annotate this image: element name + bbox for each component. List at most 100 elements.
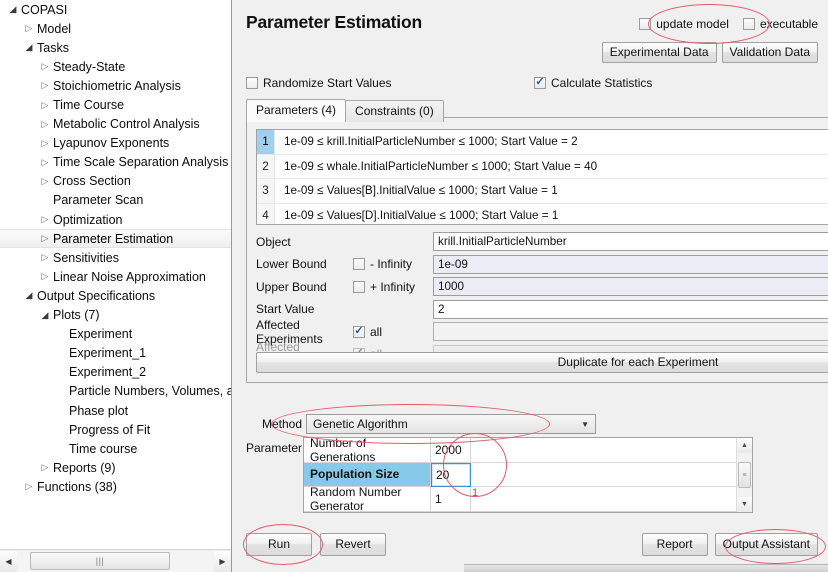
method-parameter-table[interactable]: Number of Generations 2000 Population Size… <box>303 437 753 513</box>
tree-item-linear-noise-approximation[interactable]: ▷ Linear Noise Approximation <box>0 267 231 286</box>
tab-constraints-0[interactable]: Constraints (0) <box>345 100 444 122</box>
tree-item-time-scale-separation-analysis[interactable]: ▷ Time Scale Separation Analysis <box>0 153 231 172</box>
method-parameter-scrollbar[interactable]: ▲ ≡ ▼ <box>736 438 752 512</box>
tab-parameters-4[interactable]: Parameters (4) <box>246 99 347 122</box>
validation-data-button[interactable]: Validation Data <box>721 42 818 64</box>
output-assistant-button[interactable]: Output Assistant <box>714 532 818 556</box>
randomize-start-values-checkbox[interactable]: Randomize Start Values <box>246 76 392 90</box>
scrollbar-track[interactable]: ||| <box>17 550 214 572</box>
parameter-list-row[interactable]: 4 1e-09 ≤ Values[D].InitialValue ≤ 1000; … <box>257 203 828 224</box>
tree-item-progress-of-fit[interactable]: Progress of Fit <box>0 420 231 439</box>
parameter-list-row[interactable]: 3 1e-09 ≤ Values[B].InitialValue ≤ 1000; … <box>257 179 828 204</box>
tree-item-lyapunov-exponents[interactable]: ▷ Lyapunov Exponents <box>0 134 231 153</box>
tree-item-experiment-1[interactable]: Experiment_1 <box>0 344 231 363</box>
method-parameter-row[interactable]: Random Number Generator 1 <box>304 485 736 512</box>
tree-item-phase-plot[interactable]: Phase plot <box>0 401 231 420</box>
report-button[interactable]: Report <box>641 532 708 556</box>
tree-item-time-course[interactable]: ▷ Time Course <box>0 95 231 114</box>
tree-scroll-area[interactable]: ◢ COPASI ▷ Model ◢ Tasks ▷ Steady-State ▷ Stoichi… <box>0 0 231 548</box>
method-parameter-value[interactable]: 1 <box>431 487 471 512</box>
upper-bound-field[interactable]: 1000 <box>433 277 828 296</box>
expanded-triangle-icon[interactable]: ◢ <box>6 5 20 14</box>
experimental-data-button[interactable]: Experimental Data <box>601 42 717 64</box>
checkbox-box-icon[interactable] <box>246 77 258 89</box>
update-model-checkbox[interactable]: update model <box>639 17 729 31</box>
collapsed-triangle-icon[interactable]: ▷ <box>22 24 36 33</box>
collapsed-triangle-icon[interactable]: ▷ <box>38 215 52 224</box>
window-bottom-strip <box>464 564 828 572</box>
method-parameter-row[interactable]: Population Size 20 <box>304 462 736 487</box>
checkbox-box-icon[interactable] <box>742 18 755 30</box>
collapsed-triangle-icon[interactable]: ▷ <box>38 463 52 472</box>
parameter-list-row[interactable]: 2 1e-09 ≤ whale.InitialParticleNumber ≤ 1… <box>257 154 828 179</box>
tree-item-optimization[interactable]: ▷ Optimization <box>0 210 231 229</box>
tree-item-time-course[interactable]: Time course <box>0 439 231 458</box>
collapsed-triangle-icon[interactable]: ▷ <box>38 157 52 167</box>
calculate-statistics-checkbox[interactable]: ✓ Calculate Statistics <box>534 76 652 90</box>
duplicate-for-each-experiment-button[interactable]: Duplicate for each Experiment <box>256 352 828 373</box>
tree-item-output-specifications[interactable]: ◢ Output Specifications <box>0 286 231 305</box>
collapsed-triangle-icon[interactable]: ▷ <box>38 62 52 71</box>
tree-item-cross-section[interactable]: ▷ Cross Section <box>0 172 231 191</box>
scroll-up-arrow-icon[interactable]: ▲ <box>737 438 752 453</box>
tree-item-label: Cross Section <box>53 174 131 189</box>
scroll-left-arrow-icon[interactable]: ◀ <box>0 550 17 572</box>
upper-infinity-checkbox[interactable]: + Infinity <box>353 280 433 294</box>
method-parameter-value[interactable]: 2000 <box>431 438 471 463</box>
tree-item-parameter-scan[interactable]: Parameter Scan <box>0 191 231 210</box>
collapsed-triangle-icon[interactable]: ▷ <box>22 482 36 491</box>
checkbox-box-icon[interactable]: ✓ <box>534 77 546 89</box>
checkbox-box-icon[interactable] <box>353 280 365 293</box>
collapsed-triangle-icon[interactable]: ▷ <box>38 119 52 129</box>
collapsed-triangle-icon[interactable]: ▷ <box>38 272 52 281</box>
expanded-triangle-icon[interactable]: ◢ <box>38 310 52 320</box>
tree-item-functions-38[interactable]: ▷ Functions (38) <box>0 477 231 496</box>
executable-checkbox[interactable]: executable <box>742 17 818 31</box>
scrollbar-thumb[interactable]: ||| <box>30 551 170 570</box>
expanded-triangle-icon[interactable]: ◢ <box>22 291 36 300</box>
scroll-right-arrow-icon[interactable]: ▶ <box>214 550 231 572</box>
lower-bound-field[interactable]: 1e-09 <box>433 254 828 274</box>
collapsed-triangle-icon[interactable]: ▷ <box>38 176 52 186</box>
tree-horizontal-scrollbar[interactable]: ◀ ||| ▶ <box>0 549 231 572</box>
start-value-field[interactable]: 2 <box>433 299 828 319</box>
checkbox-box-icon[interactable]: ✓ <box>353 325 365 338</box>
scroll-down-arrow-icon[interactable]: ▼ <box>737 497 752 512</box>
tree-item-experiment-2[interactable]: Experiment_2 <box>0 363 231 382</box>
tree-item-stoichiometric-analysis[interactable]: ▷ Stoichiometric Analysis <box>0 76 231 95</box>
parameters-list[interactable]: 1 1e-09 ≤ krill.InitialParticleNumber ≤ 1… <box>256 129 828 225</box>
affected-experiments-all-checkbox[interactable]: ✓ all <box>353 325 433 339</box>
tree-item-label: Lyapunov Exponents <box>53 136 170 151</box>
collapsed-triangle-icon[interactable]: ▷ <box>38 81 52 90</box>
tree-item-steady-state[interactable]: ▷ Steady-State <box>0 57 231 76</box>
method-parameter-row[interactable]: Number of Generations 2000 <box>304 438 736 464</box>
method-combo[interactable]: Genetic Algorithm ▼ <box>306 414 596 434</box>
tree-item-tasks[interactable]: ◢ Tasks <box>0 38 231 57</box>
lower-infinity-checkbox[interactable]: - Infinity <box>353 257 433 271</box>
tree-item-particle-numbers-volumes-and[interactable]: Particle Numbers, Volumes, and <box>0 382 231 401</box>
tree-item-plots-7[interactable]: ◢ Plots (7) <box>0 306 231 325</box>
collapsed-triangle-icon[interactable]: ▷ <box>38 253 52 262</box>
parameter-detail-form: Object krill.InitialParticleNumber Lower… <box>256 231 828 368</box>
run-button[interactable]: Run <box>246 532 312 556</box>
collapsed-triangle-icon[interactable]: ▷ <box>38 138 52 148</box>
expanded-triangle-icon[interactable]: ◢ <box>22 43 36 52</box>
tree-item-experiment[interactable]: Experiment <box>0 325 231 344</box>
parameter-list-row[interactable]: 1 1e-09 ≤ krill.InitialParticleNumber ≤ 1… <box>257 130 828 155</box>
tree-item-parameter-estimation[interactable]: ▷ Parameter Estimation <box>0 229 231 249</box>
checkbox-box-icon[interactable] <box>639 18 652 30</box>
method-parameter-value[interactable]: 20 <box>431 462 471 487</box>
collapsed-triangle-icon[interactable]: ▷ <box>38 100 52 110</box>
row-expression: 1e-09 ≤ whale.InitialParticleNumber ≤ 10… <box>284 159 598 173</box>
tree-item-metabolic-control-analysis[interactable]: ▷ Metabolic Control Analysis <box>0 115 231 134</box>
revert-button[interactable]: Revert <box>320 532 386 556</box>
tree-item-sensitivities[interactable]: ▷ Sensitivities <box>0 248 231 267</box>
object-field[interactable]: krill.InitialParticleNumber <box>433 232 828 251</box>
tree-item-model[interactable]: ▷ Model <box>0 19 231 38</box>
scrollbar-thumb[interactable]: ≡ <box>738 462 751 488</box>
tree-item-copasi[interactable]: ◢ COPASI <box>0 0 231 19</box>
affected-experiments-combo[interactable]: ▼ <box>433 322 828 341</box>
checkbox-box-icon[interactable] <box>353 258 365 270</box>
collapsed-triangle-icon[interactable]: ▷ <box>38 234 52 243</box>
tree-item-reports-9[interactable]: ▷ Reports (9) <box>0 458 231 477</box>
